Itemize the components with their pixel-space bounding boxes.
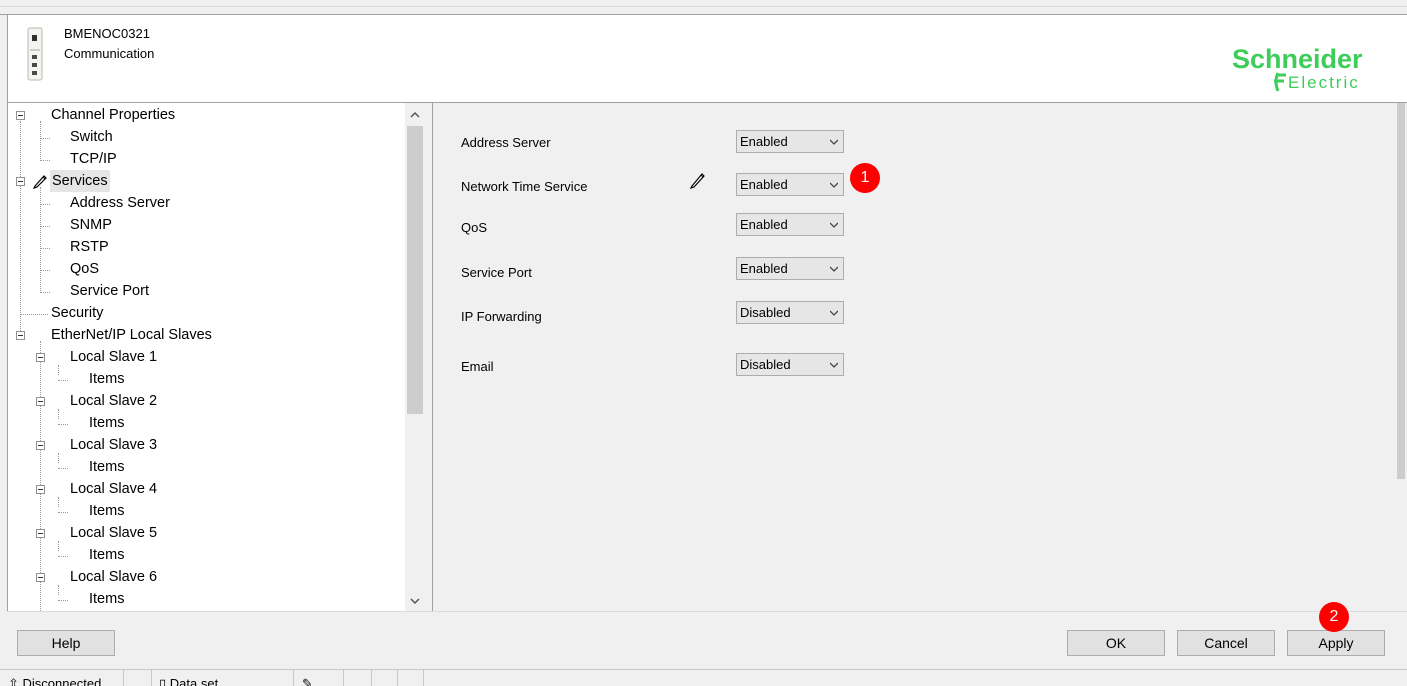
window-top-strip (0, 0, 1407, 15)
tree-item-items[interactable]: Items (89, 544, 124, 566)
tree-item-local-slave-3[interactable]: Local Slave 3 (70, 434, 157, 456)
dialog-button-bar: Help OK Cancel Apply 2 (7, 602, 1407, 669)
status-connection-text: Disconnected (22, 676, 102, 686)
network-time-service-label: Network Time Service (461, 179, 588, 194)
tree-item-items[interactable]: Items (89, 456, 124, 478)
scroll-down-icon[interactable] (405, 591, 425, 611)
annotation-badge-2: 2 (1319, 602, 1349, 632)
qos-value: Enabled (740, 217, 788, 232)
tree-item-local-slave-1[interactable]: Local Slave 1 (70, 346, 157, 368)
tree-item-service-port[interactable]: Service Port (70, 280, 149, 302)
ip-forwarding-select[interactable]: Disabled (736, 301, 844, 324)
form-scroll-thumb[interactable] (1397, 103, 1405, 479)
schneider-electric-logo: Schneider Electric (1232, 44, 1363, 92)
tree-item-local-slave-4[interactable]: Local Slave 4 (70, 478, 157, 500)
chevron-down-icon (830, 362, 838, 368)
ip-forwarding-value: Disabled (740, 305, 791, 320)
tree-item-switch[interactable]: Switch (70, 126, 113, 148)
address-server-label: Address Server (461, 135, 551, 150)
status-bar: ⇫ Disconnected ▯ Data set ✎ (0, 669, 1407, 686)
status-blank-3 (372, 670, 398, 686)
qos-select[interactable]: Enabled (736, 213, 844, 236)
service-port-select[interactable]: Enabled (736, 257, 844, 280)
address-server-value: Enabled (740, 134, 788, 149)
chevron-down-icon (830, 222, 838, 228)
status-dataset: ▯ Data set (152, 670, 294, 686)
collapse-icon[interactable] (36, 485, 45, 494)
collapse-icon[interactable] (36, 353, 45, 362)
panel-splitter[interactable] (425, 103, 433, 611)
chevron-down-icon (830, 139, 838, 145)
tree-item-items[interactable]: Items (89, 368, 124, 390)
address-server-select[interactable]: Enabled (736, 130, 844, 153)
navigation-tree: Channel Properties Switch TCP/IP Service… (7, 103, 425, 611)
scroll-up-icon[interactable] (405, 104, 425, 124)
qos-label: QoS (461, 220, 488, 235)
tree-item-ethernetip-local-slaves[interactable]: EtherNet/IP Local Slaves (51, 324, 212, 346)
dataset-icon: ▯ (159, 676, 167, 686)
tree-item-services[interactable]: Services (50, 170, 110, 192)
svg-text:Electric: Electric (1288, 73, 1360, 92)
disconnected-icon: ⇫ (8, 676, 19, 686)
apply-button[interactable]: Apply (1287, 630, 1385, 656)
tree-item-items[interactable]: Items (89, 500, 124, 522)
network-time-service-value: Enabled (740, 177, 788, 192)
collapse-icon[interactable] (36, 529, 45, 538)
module-header: BMENOC0321 Communication Schneider Elect… (7, 15, 1407, 103)
pencil-icon: ✎ (302, 676, 313, 686)
tree-item-security[interactable]: Security (51, 302, 103, 324)
chevron-down-icon (830, 266, 838, 272)
tree-item-channel-properties[interactable]: Channel Properties (51, 104, 175, 126)
services-form: Address Server Enabled Network Time Serv… (433, 103, 1395, 611)
chevron-down-icon (830, 182, 838, 188)
tree-item-address-server[interactable]: Address Server (70, 192, 170, 214)
status-blank-1 (124, 670, 152, 686)
tree-scrollbar[interactable] (405, 103, 425, 611)
service-port-label: Service Port (461, 265, 532, 280)
annotation-badge-1: 1 (850, 163, 880, 193)
ip-forwarding-label: IP Forwarding (461, 309, 542, 324)
status-blank-4 (398, 670, 424, 686)
form-scrollbar[interactable] (1395, 103, 1407, 611)
status-dataset-text: Data set (169, 676, 219, 686)
cancel-button[interactable]: Cancel (1177, 630, 1275, 656)
tree-item-local-slave-2[interactable]: Local Slave 2 (70, 390, 157, 412)
email-label: Email (461, 359, 494, 374)
tree-item-rstp[interactable]: RSTP (70, 236, 109, 258)
module-category: Communication (64, 46, 155, 61)
email-value: Disabled (740, 357, 791, 372)
collapse-icon[interactable] (16, 177, 25, 186)
pencil-icon (689, 173, 705, 189)
tree-item-snmp[interactable]: SNMP (70, 214, 112, 236)
tree-scroll-thumb[interactable] (407, 126, 423, 414)
collapse-icon[interactable] (16, 111, 25, 120)
collapse-icon[interactable] (16, 331, 25, 340)
tree-item-items[interactable]: Items (89, 412, 124, 434)
help-button[interactable]: Help (17, 630, 115, 656)
tree-item-qos[interactable]: QoS (70, 258, 99, 280)
pencil-icon (32, 175, 47, 189)
module-image-icon (27, 27, 43, 81)
network-time-service-select[interactable]: Enabled (736, 173, 844, 196)
email-select[interactable]: Disabled (736, 353, 844, 376)
tree-item-tcpip[interactable]: TCP/IP (70, 148, 117, 170)
collapse-icon[interactable] (36, 441, 45, 450)
ok-button[interactable]: OK (1067, 630, 1165, 656)
status-edit: ✎ (294, 670, 344, 686)
collapse-icon[interactable] (36, 397, 45, 406)
service-port-value: Enabled (740, 261, 788, 276)
svg-text:Schneider: Schneider (1232, 44, 1363, 74)
chevron-down-icon (830, 310, 838, 316)
tree-item-local-slave-5[interactable]: Local Slave 5 (70, 522, 157, 544)
tree-item-items[interactable]: Items (89, 588, 124, 610)
module-name: BMENOC0321 (64, 26, 150, 41)
status-blank-2 (344, 670, 372, 686)
collapse-icon[interactable] (36, 573, 45, 582)
tree-item-local-slave-6[interactable]: Local Slave 6 (70, 566, 157, 588)
status-connection: ⇫ Disconnected (0, 670, 124, 686)
